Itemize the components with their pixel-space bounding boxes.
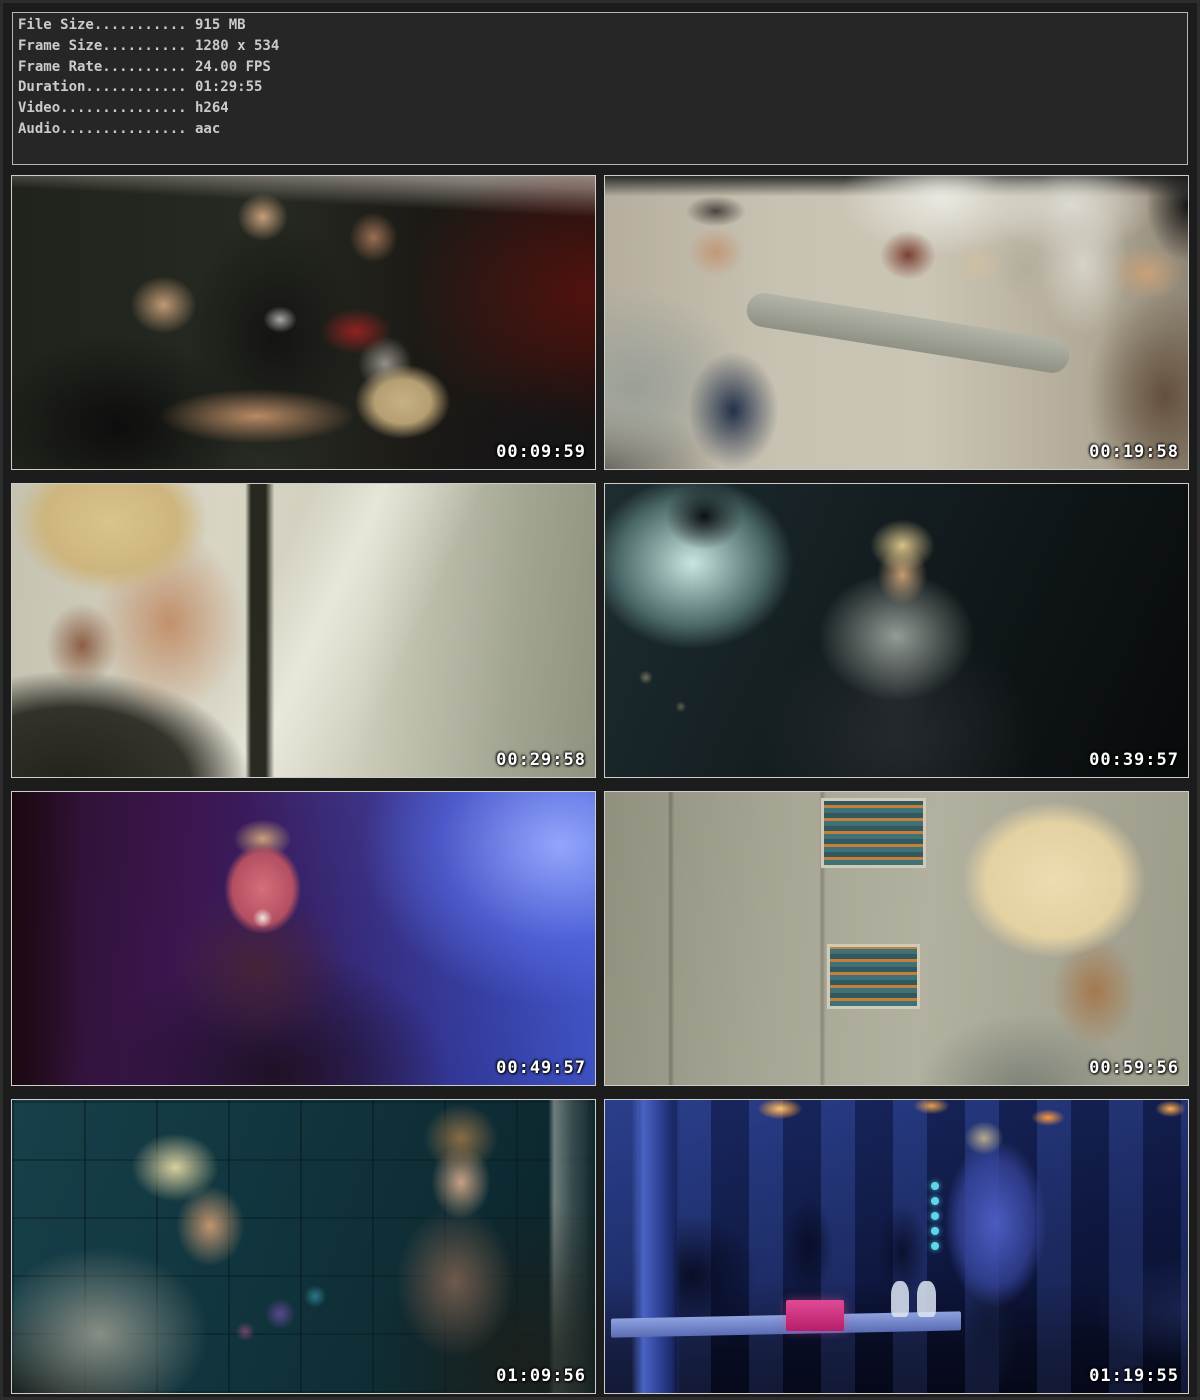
file-info-value: aac (187, 121, 221, 137)
file-info-row-file-size: File Size........... 915 MB (18, 15, 1182, 36)
decorative-shape (931, 1182, 939, 1250)
decorative-shape (821, 798, 926, 868)
file-info-value: 24.00 FPS (187, 59, 271, 75)
screenshot-thumb-8[interactable]: 01:19:55 (604, 1099, 1189, 1394)
timestamp-overlay: 00:49:57 (496, 1058, 586, 1078)
timestamp-overlay: 00:09:59 (496, 442, 586, 462)
file-info-row-frame-size: Frame Size.......... 1280 x 534 (18, 36, 1182, 57)
file-info-value: 915 MB (187, 17, 246, 33)
movie-still-image (605, 484, 1188, 777)
movie-still-image (605, 792, 1188, 1085)
timestamp-overlay: 01:09:56 (496, 1366, 586, 1386)
file-info-row-duration: Duration............ 01:29:55 (18, 77, 1182, 98)
screenshot-grid: 00:09:59 00:19:58 00:29:58 00:39:57 00:4… (11, 175, 1189, 1394)
file-info-label: Audio............... (18, 121, 187, 137)
movie-still-image (12, 176, 595, 469)
file-info-value: h264 (187, 100, 229, 116)
decorative-shape (827, 944, 920, 1009)
file-info-row-video: Video............... h264 (18, 98, 1182, 119)
movie-still-image (12, 792, 595, 1085)
timestamp-overlay: 00:19:58 (1089, 442, 1179, 462)
timestamp-overlay: 00:59:56 (1089, 1058, 1179, 1078)
screenshot-thumb-4[interactable]: 00:39:57 (604, 483, 1189, 778)
timestamp-overlay: 00:39:57 (1089, 750, 1179, 770)
file-info-row-frame-rate: Frame Rate.......... 24.00 FPS (18, 57, 1182, 78)
decorative-shape (744, 291, 1072, 376)
screenshot-thumb-1[interactable]: 00:09:59 (11, 175, 596, 470)
movie-still-image (605, 1100, 1188, 1393)
file-info-label: Video............... (18, 100, 187, 116)
movie-still-image (12, 1100, 595, 1393)
timestamp-overlay: 01:19:55 (1089, 1366, 1179, 1386)
file-info-panel: File Size........... 915 MB Frame Size..… (12, 12, 1188, 165)
file-info-value: 1280 x 534 (187, 38, 280, 54)
screenshot-thumb-6[interactable]: 00:59:56 (604, 791, 1189, 1086)
screenshot-thumb-7[interactable]: 01:09:56 (11, 1099, 596, 1394)
screenshot-thumb-3[interactable]: 00:29:58 (11, 483, 596, 778)
movie-still-image (605, 176, 1188, 469)
decorative-shape (917, 1281, 936, 1316)
file-info-label: Frame Rate.......... (18, 59, 187, 75)
file-info-label: Duration............ (18, 79, 187, 95)
decorative-shape (786, 1300, 844, 1331)
movie-still-image (12, 484, 595, 777)
file-info-row-audio: Audio............... aac (18, 119, 1182, 140)
page: { "file_info": { "rows": [ {"label": "Fi… (0, 0, 1200, 1400)
decorative-shape (891, 1281, 910, 1316)
file-info-label: Frame Size.......... (18, 38, 187, 54)
timestamp-overlay: 00:29:58 (496, 750, 586, 770)
file-info-value: 01:29:55 (187, 79, 263, 95)
screenshot-thumb-2[interactable]: 00:19:58 (604, 175, 1189, 470)
screenshot-thumb-5[interactable]: 00:49:57 (11, 791, 596, 1086)
file-info-label: File Size........... (18, 17, 187, 33)
